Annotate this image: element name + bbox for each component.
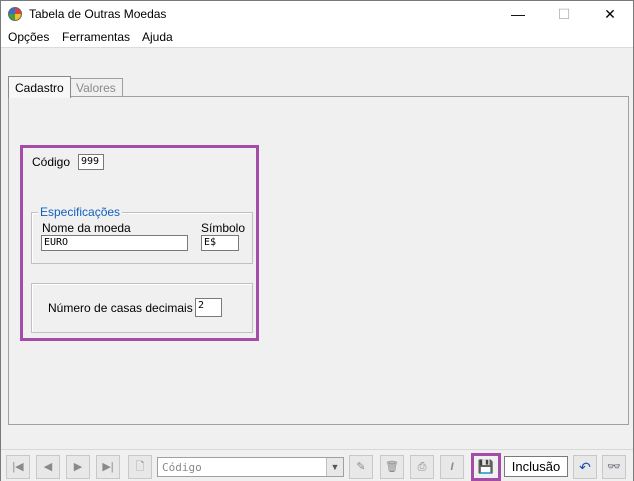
undo-icon[interactable]: ↶ [573,455,597,479]
print-icon[interactable]: ⎙ [410,455,434,479]
edit-icon[interactable]: ✎ [349,455,373,479]
tab-cadastro[interactable]: Cadastro [8,76,71,98]
especificacoes-legend: Especificações [38,205,123,219]
italic-icon[interactable]: I [440,455,464,479]
app-icon [8,7,22,21]
prev-record-button[interactable]: ◀ [36,455,60,479]
nome-moeda-label: Nome da moeda [42,221,131,235]
new-document-icon[interactable]: 🗋 [128,455,152,479]
menu-opcoes[interactable]: Opções [8,30,49,44]
maximize-button[interactable]: ☐ [541,1,587,28]
menu-ferramentas[interactable]: Ferramentas [62,30,130,44]
first-record-button[interactable]: |◀ [6,455,30,479]
binoculars-icon[interactable]: 👓 [602,455,626,479]
next-record-button[interactable]: ▶ [66,455,90,479]
search-field-value: Código [162,461,202,474]
last-record-button[interactable]: ▶| [96,455,120,479]
casas-decimais-field[interactable]: 2 [195,298,222,317]
window-title: Tabela de Outras Moedas [29,7,167,21]
search-field-combo[interactable]: Código ▼ [157,457,344,477]
mode-indicator: Inclusão [504,456,568,477]
simbolo-label: Símbolo [201,221,246,235]
delete-icon[interactable]: 🗑 [380,455,404,479]
menu-bar: Opções Ferramentas Ajuda [1,28,633,48]
chevron-down-icon[interactable]: ▼ [326,458,343,476]
nome-moeda-field[interactable]: EURO [41,235,188,251]
title-bar: Tabela de Outras Moedas — ☐ ✕ [1,1,633,28]
codigo-field[interactable]: 999 [78,154,104,170]
minimize-button[interactable]: — [495,1,541,28]
form-highlight-frame: Código 999 Especificações Nome da moeda … [20,145,259,341]
menu-ajuda[interactable]: Ajuda [142,30,173,44]
casas-decimais-label: Número de casas decimais [48,301,193,315]
close-button[interactable]: ✕ [587,1,633,28]
app-window: Tabela de Outras Moedas — ☐ ✕ Opções Fer… [0,0,634,481]
tab-valores[interactable]: Valores [69,78,123,98]
codigo-label: Código [32,155,71,169]
save-button[interactable]: 💾 [471,453,501,481]
bottom-toolbar: |◀ ◀ ▶ ▶| 🗋 Código ▼ ✎ 🗑 ⎙ I 💾 Inclusão … [1,449,633,481]
simbolo-field[interactable]: E$ [201,235,239,251]
